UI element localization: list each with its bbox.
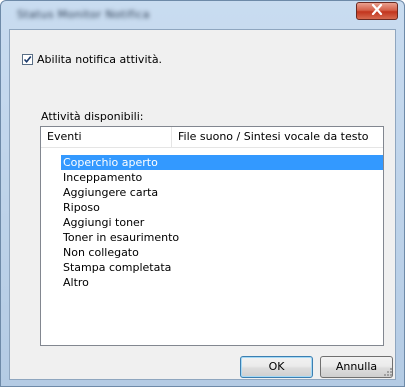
list-item[interactable]: Altro [61, 275, 383, 290]
list-item[interactable]: Aggiungere carta [61, 185, 383, 200]
list-item[interactable]: Non collegato [61, 245, 383, 260]
list-rows: Coperchio aperto Inceppamento Aggiungere… [61, 155, 383, 290]
dialog-content: Abilita notifica attività. Attività disp… [9, 29, 396, 380]
list-item[interactable]: Inceppamento [61, 170, 383, 185]
ok-button[interactable]: OK [240, 356, 313, 378]
close-icon [371, 3, 383, 18]
list-item[interactable]: Coperchio aperto [61, 155, 383, 170]
column-header-events[interactable]: Eventi [41, 127, 169, 147]
activities-list[interactable]: Eventi File suono / Sintesi vocale da te… [40, 126, 384, 346]
enable-notification-label: Abilita notifica attività. [37, 53, 163, 66]
list-item[interactable]: Riposo [61, 200, 383, 215]
window-title: Status Monitor Notifica [17, 8, 150, 21]
column-header-sound[interactable]: File suono / Sintesi vocale da testo [172, 127, 383, 147]
list-item[interactable]: Aggiungi toner [61, 215, 383, 230]
available-activities-label: Attività disponibili: [41, 110, 144, 123]
title-bar[interactable]: Status Monitor Notifica [1, 1, 404, 29]
enable-notification-option[interactable]: Abilita notifica attività. [22, 53, 162, 66]
checkmark-icon [23, 56, 32, 64]
list-item[interactable]: Toner in esaurimento [61, 230, 383, 245]
close-button[interactable] [356, 2, 398, 20]
enable-notification-checkbox[interactable] [22, 54, 33, 65]
dialog-window: Status Monitor Notifica Abilita notifica… [0, 0, 405, 387]
resize-grip-icon[interactable] [383, 367, 393, 377]
list-item[interactable]: Stampa completata [61, 260, 383, 275]
list-header: Eventi File suono / Sintesi vocale da te… [41, 127, 383, 148]
